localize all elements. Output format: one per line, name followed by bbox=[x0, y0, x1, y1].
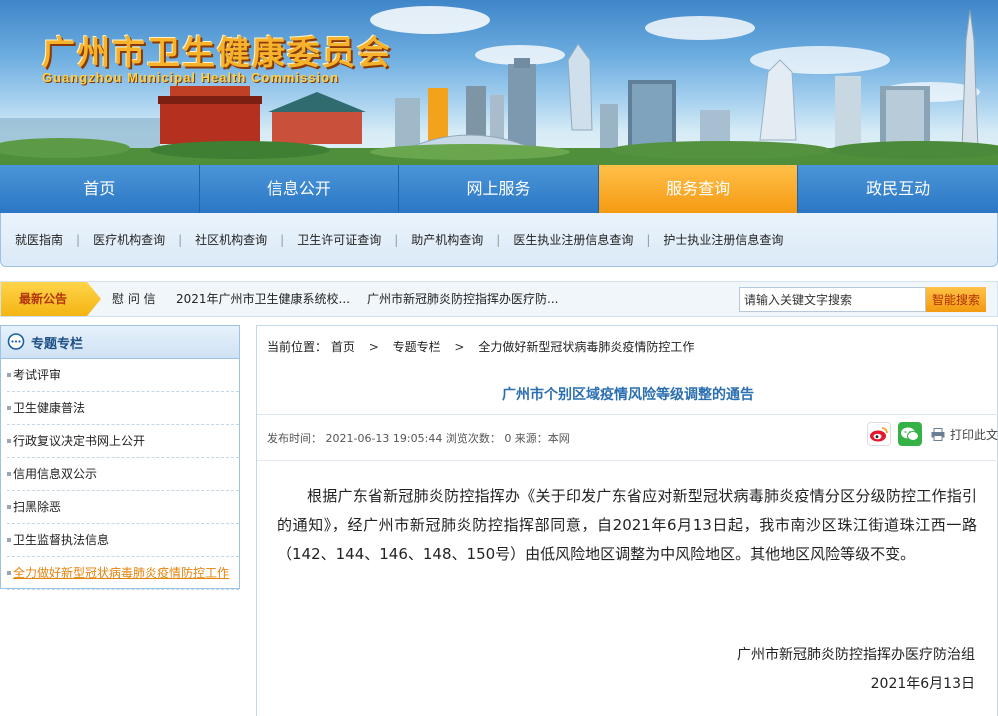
signature-date: 2021年6月13日 bbox=[870, 676, 975, 692]
subnav-nurse-registration-query[interactable]: 护士执业注册信息查询 bbox=[663, 231, 783, 248]
divider bbox=[257, 414, 998, 415]
sidebar-item-admin-review[interactable]: 行政复议决定书网上公开 bbox=[7, 425, 239, 458]
notice-bar: 最新公告 慰 问 信 2021年广州市卫生健康系统校... 广州市新冠肺炎防控指… bbox=[0, 281, 998, 317]
subnav-community-query[interactable]: 社区机构查询 bbox=[195, 231, 267, 248]
subnav-license-query[interactable]: 卫生许可证查询 bbox=[297, 231, 381, 248]
sidebar-list: 考试评审 卫生健康普法 行政复议决定书网上公开 信用信息双公示 扫黑除恶 卫生监… bbox=[1, 359, 239, 590]
sidebar-item-covid-prevention[interactable]: 全力做好新型冠状病毒肺炎疫情防控工作 bbox=[7, 557, 239, 590]
sidebar-item-label: 考试评审 bbox=[13, 368, 62, 382]
print-button[interactable]: 打印此文 bbox=[931, 426, 998, 443]
subnav-medical-guide[interactable]: 就医指南 bbox=[15, 231, 63, 248]
site-title-en: Guangzhou Municipal Health Commission bbox=[42, 70, 340, 85]
article-body: 根据广东省新冠肺炎防控指挥办《关于印发广东省应对新型冠状病毒肺炎疫情分区分级防控… bbox=[277, 487, 977, 563]
breadcrumb-prefix: 当前位置： bbox=[267, 340, 328, 354]
sidebar-item-supervision[interactable]: 卫生监督执法信息 bbox=[7, 524, 239, 557]
sidebar-item-credit-info[interactable]: 信用信息双公示 bbox=[7, 458, 239, 491]
subnav-hospital-query[interactable]: 医疗机构查询 bbox=[93, 231, 165, 248]
breadcrumb-topics[interactable]: 专题专栏 bbox=[393, 340, 441, 354]
weibo-share-icon[interactable] bbox=[867, 422, 891, 446]
breadcrumb-separator: > bbox=[368, 340, 379, 354]
subnav-separator: | bbox=[394, 232, 399, 247]
bullet-icon bbox=[7, 472, 11, 476]
subnav-separator: | bbox=[280, 232, 285, 247]
notice-item[interactable]: 2021年广州市卫生健康系统校... bbox=[176, 282, 350, 316]
sidebar-item-label: 信用信息双公示 bbox=[13, 467, 98, 481]
article-title: 广州市个别区域疫情风险等级调整的通告 bbox=[502, 387, 754, 403]
breadcrumb-separator: > bbox=[454, 340, 465, 354]
latest-notice-tag: 最新公告 bbox=[1, 282, 101, 316]
nav-home[interactable]: 首页 bbox=[0, 165, 200, 213]
site-title-cn: 广州市卫生健康委员会 bbox=[42, 33, 392, 72]
sidebar-item-label: 卫生健康普法 bbox=[13, 401, 86, 415]
bullet-icon bbox=[7, 373, 11, 377]
subnav-separator: | bbox=[76, 232, 81, 247]
sidebar-item-label: 全力做好新型冠状病毒肺炎疫情防控工作 bbox=[13, 566, 230, 580]
print-label: 打印此文 bbox=[950, 427, 998, 442]
notice-item[interactable]: 慰 问 信 bbox=[112, 282, 156, 316]
subnav-doctor-registration-query[interactable]: 医生执业注册信息查询 bbox=[513, 231, 633, 248]
article-meta: 发布时间： 2021-06-13 19:05:44 浏览次数： 0 来源：本网 bbox=[267, 432, 570, 445]
breadcrumb-current[interactable]: 全力做好新型冠状病毒肺炎疫情防控工作 bbox=[478, 340, 694, 354]
sidebar: 专题专栏 考试评审 卫生健康普法 行政复议决定书网上公开 信用信息双公示 扫黑除… bbox=[0, 325, 240, 590]
main-nav: 首页 信息公开 网上服务 服务查询 政民互动 bbox=[0, 165, 998, 213]
subnav-separator: | bbox=[646, 232, 651, 247]
breadcrumb: 当前位置： 首页 > 专题专栏 > 全力做好新型冠状病毒肺炎疫情防控工作 bbox=[267, 338, 694, 355]
sidebar-item-anti-crime[interactable]: 扫黑除恶 bbox=[7, 491, 239, 524]
nav-info-disclosure[interactable]: 信息公开 bbox=[200, 165, 400, 213]
search-input[interactable] bbox=[739, 287, 926, 312]
sidebar-item-label: 扫黑除恶 bbox=[13, 500, 62, 514]
subnav-separator: | bbox=[496, 232, 501, 247]
sidebar-item-exam-review[interactable]: 考试评审 bbox=[7, 359, 239, 392]
sidebar-title: 专题专栏 bbox=[31, 336, 84, 352]
header-banner: 广州市卫生健康委员会 Guangzhou Municipal Health Co… bbox=[0, 0, 998, 165]
bullet-icon bbox=[7, 505, 11, 509]
smart-search-button[interactable]: 智能搜索 bbox=[926, 287, 986, 312]
nav-public-interaction[interactable]: 政民互动 bbox=[798, 165, 998, 213]
subnav-separator: | bbox=[178, 232, 183, 247]
sidebar-item-label: 卫生监督执法信息 bbox=[13, 533, 110, 547]
chat-bubble-icon bbox=[7, 333, 25, 350]
sidebar-item-health-law[interactable]: 卫生健康普法 bbox=[7, 392, 239, 425]
sub-nav: 就医指南 | 医疗机构查询 | 社区机构查询 | 卫生许可证查询 | 助产机构查… bbox=[0, 213, 998, 267]
bullet-icon bbox=[7, 538, 11, 542]
bullet-icon bbox=[7, 571, 11, 575]
signature-org: 广州市新冠肺炎防控指挥办医疗防治组 bbox=[737, 647, 975, 663]
article-panel: 当前位置： 首页 > 专题专栏 > 全力做好新型冠状病毒肺炎疫情防控工作 广州市… bbox=[256, 325, 998, 716]
share-bar: 打印此文 bbox=[867, 422, 998, 446]
notice-item[interactable]: 广州市新冠肺炎防控指挥办医疗防... bbox=[367, 282, 558, 316]
wechat-share-icon[interactable] bbox=[898, 422, 922, 446]
breadcrumb-home[interactable]: 首页 bbox=[331, 340, 355, 354]
nav-online-service[interactable]: 网上服务 bbox=[399, 165, 599, 213]
sidebar-item-label: 行政复议决定书网上公开 bbox=[13, 434, 146, 448]
bullet-icon bbox=[7, 439, 11, 443]
sidebar-header: 专题专栏 bbox=[1, 326, 239, 359]
nav-service-query[interactable]: 服务查询 bbox=[598, 165, 799, 213]
subnav-midwifery-query[interactable]: 助产机构查询 bbox=[411, 231, 483, 248]
bullet-icon bbox=[7, 406, 11, 410]
divider bbox=[257, 460, 998, 461]
printer-icon bbox=[931, 427, 945, 441]
